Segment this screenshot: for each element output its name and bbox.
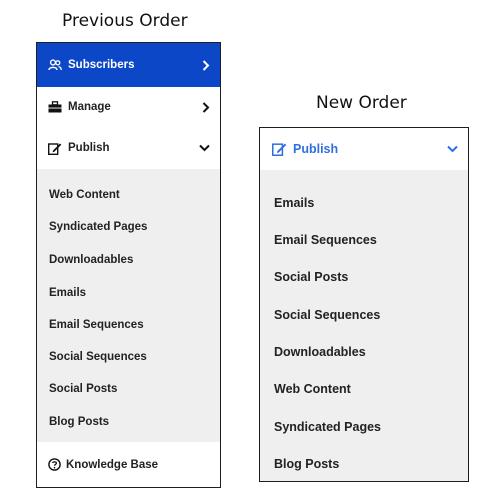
- new-order-heading: New Order: [316, 93, 407, 113]
- sidebar-item-publish[interactable]: Publish: [260, 128, 468, 170]
- sidebar-item-label: Subscribers: [68, 59, 135, 71]
- submenu-item-social-posts[interactable]: Social Posts: [274, 270, 348, 284]
- knowledge-base-label: Knowledge Base: [66, 458, 159, 471]
- publish-submenu: Emails Email Sequences Social Posts Soci…: [260, 170, 468, 481]
- submenu-item-syndicated-pages[interactable]: Syndicated Pages: [49, 221, 147, 233]
- submenu-item-emails[interactable]: Emails: [49, 287, 86, 299]
- sidebar-item-label: Manage: [68, 101, 111, 113]
- submenu-item-email-sequences[interactable]: Email Sequences: [274, 233, 377, 247]
- briefcase-icon: [48, 101, 62, 113]
- submenu-item-email-sequences[interactable]: Email Sequences: [49, 319, 144, 331]
- sidebar-item-label: Publish: [68, 142, 110, 154]
- chevron-down-icon: [199, 144, 210, 152]
- submenu-item-web-content[interactable]: Web Content: [49, 189, 120, 201]
- submenu-item-syndicated-pages[interactable]: Syndicated Pages: [274, 420, 381, 434]
- edit-document-icon: [272, 142, 287, 156]
- submenu-item-web-content[interactable]: Web Content: [274, 382, 351, 396]
- submenu-item-downloadables[interactable]: Downloadables: [49, 254, 133, 266]
- edit-document-icon: [48, 142, 62, 155]
- sidebar-item-publish[interactable]: Publish: [37, 127, 220, 169]
- previous-order-heading: Previous Order: [62, 11, 188, 31]
- submenu-item-social-sequences[interactable]: Social Sequences: [274, 308, 380, 322]
- knowledge-base-link[interactable]: Knowledge Base: [37, 442, 220, 487]
- help-circle-icon: [48, 458, 61, 471]
- sidebar-item-manage[interactable]: Manage: [37, 87, 220, 127]
- users-icon: [48, 59, 62, 71]
- sidebar-item-label: Publish: [293, 142, 339, 156]
- chevron-down-icon: [447, 145, 458, 153]
- submenu-item-social-posts[interactable]: Social Posts: [49, 383, 117, 395]
- new-order-sidebar: Publish Emails Email Sequences Social Po…: [259, 127, 469, 482]
- submenu-item-blog-posts[interactable]: Blog Posts: [49, 416, 109, 428]
- sidebar-item-subscribers[interactable]: Subscribers: [37, 43, 220, 87]
- submenu-item-social-sequences[interactable]: Social Sequences: [49, 351, 147, 363]
- previous-order-sidebar: Subscribers Manage Publish Web Content S…: [36, 42, 221, 488]
- submenu-item-blog-posts[interactable]: Blog Posts: [274, 457, 339, 471]
- publish-submenu: Web Content Syndicated Pages Downloadabl…: [37, 169, 220, 442]
- submenu-item-emails[interactable]: Emails: [274, 196, 314, 210]
- submenu-item-downloadables[interactable]: Downloadables: [274, 345, 366, 359]
- chevron-right-icon: [202, 101, 210, 113]
- chevron-right-icon: [202, 59, 210, 71]
